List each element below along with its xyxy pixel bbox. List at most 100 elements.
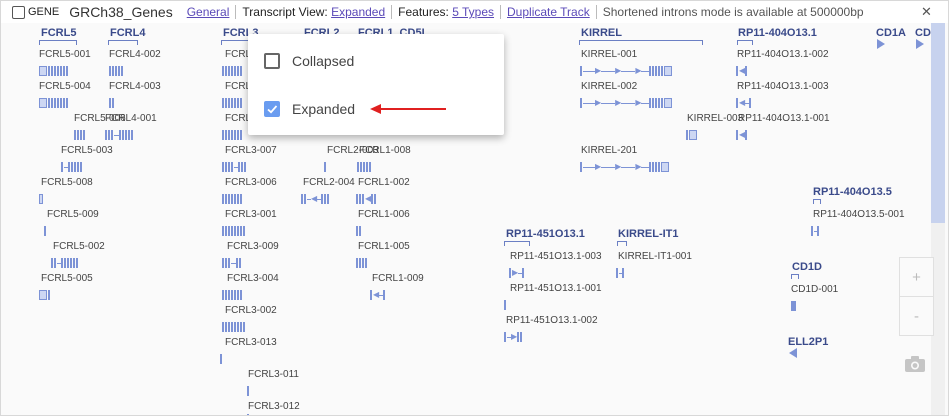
- transcript-glyph[interactable]: [686, 130, 698, 140]
- transcript-glyph[interactable]: ▶ ▶ ▶: [580, 66, 673, 76]
- transcript-glyph[interactable]: [222, 98, 243, 108]
- transcript-glyph[interactable]: [324, 162, 327, 172]
- gene-name[interactable]: ELL2P1: [788, 336, 828, 348]
- transcript-glyph[interactable]: [222, 194, 243, 204]
- gene-span: [504, 241, 530, 246]
- duplicate-track-link[interactable]: Duplicate Track: [507, 5, 590, 19]
- zoom-in-button[interactable]: +: [900, 258, 933, 296]
- camera-icon[interactable]: [904, 355, 926, 373]
- transcript-glyph[interactable]: [222, 290, 243, 300]
- transcript-glyph[interactable]: [356, 258, 368, 268]
- close-icon[interactable]: ✕: [921, 4, 932, 20]
- menu-item-label: Expanded: [292, 101, 356, 117]
- transcript-glyph[interactable]: [357, 162, 372, 172]
- transcript-glyph[interactable]: [109, 98, 115, 108]
- transcript-label: CD1D-001: [791, 284, 839, 295]
- gene-name[interactable]: CD1D: [792, 261, 822, 273]
- transcript-label: FCRL5-002: [53, 241, 105, 252]
- transcript-glyph[interactable]: [791, 301, 796, 311]
- unchecked-checkbox-icon[interactable]: [264, 53, 280, 69]
- transcript-glyph[interactable]: [220, 354, 223, 364]
- transcript-label: FCRL3-007: [225, 145, 277, 156]
- gene-span: [108, 40, 138, 45]
- transcript-label: FCRL3-013: [225, 337, 277, 348]
- transcript-glyph[interactable]: ▶: [504, 332, 523, 342]
- gene-name[interactable]: FCRL5: [41, 27, 76, 39]
- transcript-label: FCRL3-011: [248, 369, 299, 380]
- transcript-glyph[interactable]: [51, 258, 79, 268]
- transcript-glyph[interactable]: [61, 162, 83, 172]
- transcript-label: FCRL1-005: [358, 241, 410, 252]
- gene-name[interactable]: FCRL4: [110, 27, 145, 39]
- gene-name[interactable]: RP11-451O13.1: [506, 228, 585, 240]
- transcript-glyph[interactable]: [222, 258, 242, 268]
- features-label: Features:: [398, 5, 449, 19]
- menu-item-expanded[interactable]: Expanded: [264, 97, 355, 121]
- transcript-label: FCRL2-004: [303, 177, 355, 188]
- transcript-glyph[interactable]: ◀: [301, 194, 330, 204]
- transcript-label: KIRREL-001: [581, 49, 638, 60]
- gene-name[interactable]: KIRREL-IT1: [618, 228, 679, 240]
- transcript-glyph[interactable]: ◀: [356, 194, 377, 204]
- transcript-glyph[interactable]: [247, 386, 250, 396]
- transcript-glyph[interactable]: [222, 130, 243, 140]
- menu-item-collapsed[interactable]: Collapsed: [264, 49, 354, 73]
- transcript-glyph[interactable]: ◀: [370, 290, 386, 300]
- scrollbar-thumb[interactable]: [931, 23, 945, 223]
- transcript-glyph[interactable]: [356, 226, 362, 236]
- transcript-glyph[interactable]: [222, 322, 246, 332]
- transcript-label: KIRREL-003: [687, 113, 744, 124]
- transcript-glyph[interactable]: [222, 66, 243, 76]
- gene-name[interactable]: RP11-404O13.1: [738, 27, 817, 39]
- transcript-label: FCRL4-002: [109, 49, 161, 60]
- transcript-glyph[interactable]: [44, 226, 47, 236]
- transcript-glyph[interactable]: ▶ ▶ ▶: [580, 162, 670, 172]
- transcript-glyph[interactable]: [105, 130, 134, 140]
- transcript-glyph[interactable]: [222, 162, 247, 172]
- transcript-label: KIRREL-IT1-001: [618, 251, 692, 262]
- transcript-view-dropdown[interactable]: Expanded: [331, 5, 385, 19]
- transcript-label: FCRL4-003: [109, 81, 161, 92]
- gene-span: [39, 40, 77, 45]
- transcript-glyph[interactable]: [504, 300, 507, 310]
- transcript-view-menu: Collapsed Expanded: [248, 34, 504, 135]
- transcript-label: FCRL1-009: [372, 273, 424, 284]
- gene-checkbox[interactable]: [12, 5, 25, 19]
- gene-span: [791, 274, 799, 279]
- transcript-glyph[interactable]: ◀: [736, 98, 752, 108]
- divider: [500, 5, 502, 19]
- zoom-controls: + -: [899, 257, 934, 336]
- general-link[interactable]: General: [187, 5, 230, 19]
- transcript-glyph[interactable]: [39, 66, 69, 76]
- transcript-label: RP11-404O13.1-002: [737, 49, 829, 60]
- transcript-label: FCRL5-001: [39, 49, 91, 60]
- divider: [391, 5, 393, 19]
- red-arrow-annotation: [370, 104, 446, 114]
- features-dropdown[interactable]: 5 Types: [452, 5, 494, 19]
- transcript-label: RP11-404O13.1-003: [737, 81, 829, 92]
- gene-name[interactable]: RP11-404O13.5: [813, 186, 892, 198]
- transcript-glyph[interactable]: [811, 226, 820, 236]
- check-icon[interactable]: [264, 101, 280, 117]
- transcript-glyph[interactable]: ▶: [509, 268, 525, 278]
- transcript-glyph[interactable]: [109, 66, 124, 76]
- transcript-glyph[interactable]: ◀: [736, 66, 748, 76]
- transcript-glyph[interactable]: [39, 290, 51, 300]
- transcript-label: FCRL3-012: [248, 401, 300, 412]
- transcript-glyph[interactable]: [39, 98, 69, 108]
- gene-name[interactable]: KIRREL: [581, 27, 622, 39]
- transcript-label: FCRL5-005: [41, 273, 93, 284]
- transcript-glyph[interactable]: [74, 130, 86, 140]
- transcript-glyph[interactable]: [39, 194, 44, 204]
- transcript-glyph[interactable]: ▶ ▶ ▶: [580, 98, 673, 108]
- zoom-out-button[interactable]: -: [900, 296, 933, 335]
- transcript-glyph[interactable]: ◀: [736, 130, 748, 140]
- transcript-glyph[interactable]: [222, 226, 246, 236]
- transcript-glyph[interactable]: [616, 268, 625, 278]
- vertical-scrollbar[interactable]: [931, 23, 945, 415]
- transcript-label: FCRL1-006: [358, 209, 410, 220]
- track-title: GRCh38_Genes: [69, 4, 173, 20]
- transcript-label: FCRL1-002: [358, 177, 410, 188]
- gene-name[interactable]: CD1A: [876, 27, 906, 39]
- strand-arrow-icon: [877, 39, 885, 49]
